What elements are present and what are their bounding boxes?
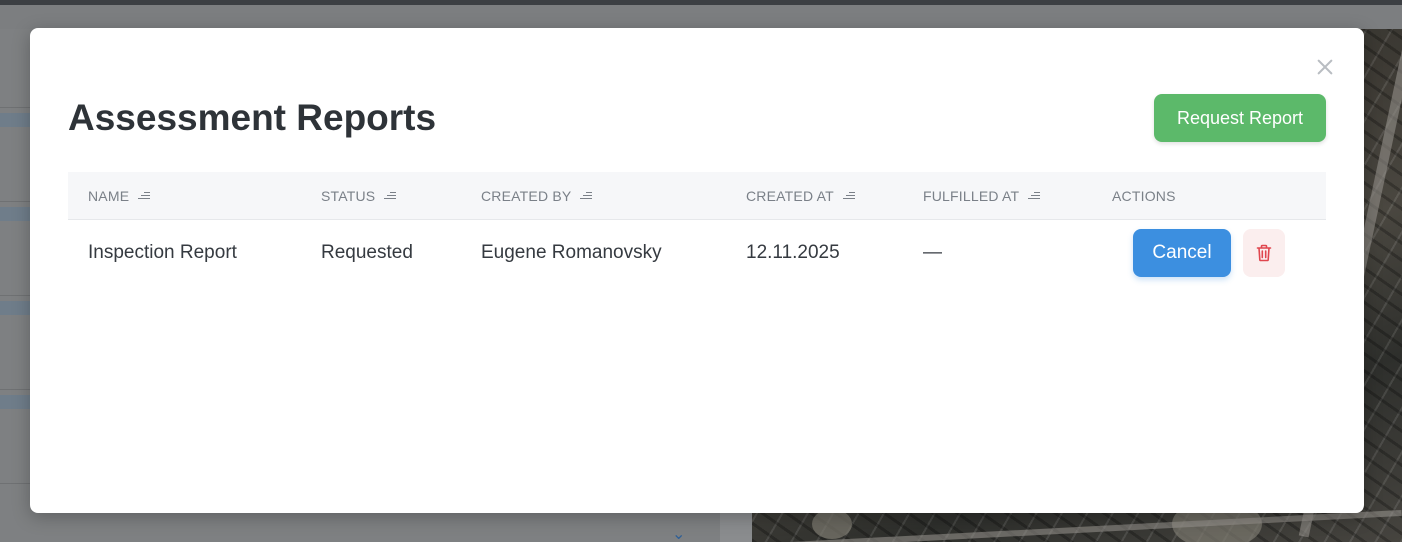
column-header-actions: ACTIONS xyxy=(1112,188,1176,204)
sort-icon xyxy=(138,191,151,201)
cell-status: Requested xyxy=(321,242,413,263)
table-row: Inspection Report Requested Eugene Roman… xyxy=(68,220,1326,286)
sort-icon xyxy=(384,191,397,201)
cell-fulfilled-at: — xyxy=(923,242,942,263)
modal-title: Assessment Reports xyxy=(68,97,437,138)
chevron-down-icon: ⌄ xyxy=(672,526,686,542)
column-header-created-at[interactable]: CREATED AT xyxy=(746,172,855,220)
column-header-fulfilled-at[interactable]: FULFILLED AT xyxy=(923,172,1041,220)
table-header: NAME STATUS CREATED BY CREATED AT FULFIL… xyxy=(68,172,1326,220)
sort-icon xyxy=(1028,191,1041,201)
sort-icon xyxy=(842,191,855,201)
request-report-button[interactable]: Request Report xyxy=(1154,94,1326,142)
cancel-button[interactable]: Cancel xyxy=(1133,229,1231,277)
cell-created-by: Eugene Romanovsky xyxy=(481,242,662,263)
column-header-created-by[interactable]: CREATED BY xyxy=(481,172,593,220)
close-icon[interactable] xyxy=(1314,56,1336,78)
background-header xyxy=(0,5,1402,29)
assessment-reports-modal: Assessment Reports Request Report NAME S… xyxy=(30,28,1364,513)
column-header-status[interactable]: STATUS xyxy=(321,172,397,220)
column-header-name[interactable]: NAME xyxy=(88,172,151,220)
trash-icon xyxy=(1256,244,1272,262)
sort-icon xyxy=(580,191,593,201)
delete-button[interactable] xyxy=(1243,229,1285,277)
cell-name: Inspection Report xyxy=(88,242,237,263)
cell-created-at: 12.11.2025 xyxy=(746,242,840,263)
reports-table: NAME STATUS CREATED BY CREATED AT FULFIL… xyxy=(68,172,1326,286)
